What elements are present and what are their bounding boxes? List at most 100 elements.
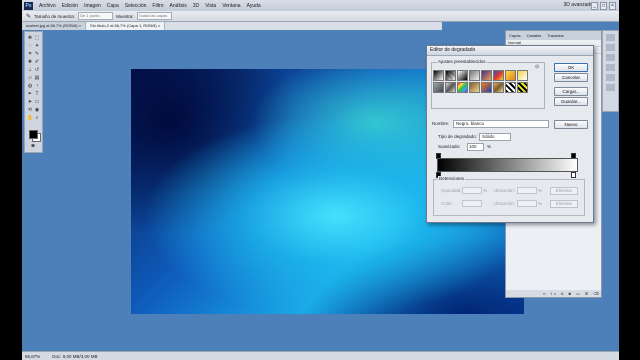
menu-capa[interactable]: Capa [104, 3, 122, 9]
path-select-icon[interactable]: ➤ [27, 99, 33, 105]
shape-tool-icon[interactable]: ▭ [34, 99, 40, 105]
stop-color-label: Color: [441, 201, 454, 206]
tab-capas[interactable]: Capas [506, 31, 524, 40]
tab-trazados[interactable]: Trazados [544, 31, 567, 40]
stop-opacity-percent: % [483, 188, 488, 193]
stop-opacity-location-input[interactable] [517, 187, 537, 194]
blur-tool-icon[interactable]: ◍ [27, 83, 33, 89]
ok-button[interactable]: OK [554, 63, 588, 72]
type-tool-icon[interactable]: T [34, 91, 40, 97]
foreground-color-swatch[interactable] [29, 130, 38, 139]
right-letterbox [619, 0, 640, 360]
menu-filtro[interactable]: Filtro [149, 3, 166, 9]
gradient-tool-icon[interactable]: ▤ [34, 75, 40, 81]
brush-tool-icon[interactable]: ✐ [34, 59, 40, 65]
tab-sin-titulo-2[interactable]: Sin título-2 al 66,7% (Capa 1, RGB/8) × [86, 22, 166, 30]
lasso-tool-icon[interactable]: ◌ [27, 43, 33, 49]
menu-ventana[interactable]: Ventana [219, 3, 243, 9]
tab-canales[interactable]: Canales [524, 31, 545, 40]
stamp-tool-icon[interactable]: ⊥ [27, 67, 33, 73]
toolbox: ✥ ⬚ ◌ ✦ ⌗ ✎ ✚ ✐ ⊥ ↺ ▱ ▤ ◍ ◔ ✒ T ➤ ▭ ⟲ ◉ … [24, 31, 43, 153]
crop-tool-icon[interactable]: ⌗ [27, 51, 33, 57]
preset-swatch[interactable] [505, 82, 516, 93]
hand-tool-icon[interactable]: ✋ [27, 115, 33, 121]
pen-tool-icon[interactable]: ✒ [27, 91, 33, 97]
quick-mask-icon[interactable]: ◙ [30, 143, 36, 149]
tab-scoleet[interactable]: scoleet.jpg al 66,7% (RGB/8) × [22, 22, 87, 30]
collapsed-panels-strip [602, 30, 619, 112]
stop-color-location-label: Ubicación: [494, 201, 516, 206]
dodge-tool-icon[interactable]: ◔ [34, 83, 40, 89]
gradient-bar[interactable] [437, 158, 578, 172]
name-label: Nombre: [432, 121, 450, 126]
preset-swatch[interactable] [517, 70, 528, 81]
preset-swatch[interactable] [493, 70, 504, 81]
maximize-icon[interactable]: □ [600, 2, 607, 10]
gradient-editor-dialog: Editor de degradado Ajustes preestableci… [426, 45, 594, 223]
panel-icon-1[interactable] [606, 34, 615, 41]
delete-color-stop-button[interactable]: Eliminar [550, 200, 578, 208]
menu-ayuda[interactable]: Ayuda [244, 3, 264, 9]
layers-panel-footer[interactable]: ∞ fx ◘ ◙ ▭ ⊞ ⌫ [506, 290, 601, 297]
preset-swatch[interactable] [445, 70, 456, 81]
photoshop-window: Ps Archivo Edición Imagen Capa Selección… [22, 0, 619, 360]
marquee-tool-icon[interactable]: ⬚ [34, 35, 40, 41]
sample-size-select[interactable]: De 1 punto [78, 12, 114, 20]
eyedropper-icon[interactable]: ✎ [34, 51, 40, 57]
gradient-name-input[interactable]: Negro, blanco [453, 120, 549, 128]
workspace-switcher[interactable]: 3D avanzado [564, 2, 593, 8]
new-button[interactable]: Nuevo [554, 120, 588, 129]
eyedropper-tool-icon[interactable]: ✎ [26, 13, 31, 20]
load-button[interactable]: Cargar... [554, 87, 588, 96]
preset-swatch[interactable] [469, 70, 480, 81]
magic-wand-tool-icon[interactable]: ✦ [34, 43, 40, 49]
preset-swatch[interactable] [457, 82, 468, 93]
preset-swatch[interactable] [517, 82, 528, 93]
panel-icon-6[interactable] [606, 84, 615, 91]
eraser-tool-icon[interactable]: ▱ [27, 75, 33, 81]
menu-analisis[interactable]: Análisis [167, 3, 190, 9]
delete-opacity-stop-button[interactable]: Eliminar [550, 187, 578, 195]
preset-swatch[interactable] [433, 82, 444, 93]
preset-swatch[interactable] [505, 70, 516, 81]
save-button[interactable]: Guardar... [554, 97, 588, 106]
minimize-icon[interactable]: _ [591, 2, 598, 10]
stop-opacity-input[interactable] [462, 187, 482, 194]
cancel-button[interactable]: Cancelar [554, 73, 588, 82]
menu-edicion[interactable]: Edición [59, 3, 81, 9]
stop-opacity-location-label: Ubicación: [494, 188, 516, 193]
stop-color-location-input[interactable] [517, 200, 537, 207]
color-stop-right[interactable] [571, 172, 576, 178]
preset-swatch[interactable] [481, 82, 492, 93]
preset-swatch[interactable] [493, 82, 504, 93]
preset-swatch[interactable] [445, 82, 456, 93]
stops-box [433, 179, 585, 216]
menu-3d[interactable]: 3D [190, 3, 202, 9]
3d-camera-icon[interactable]: ◉ [34, 107, 40, 113]
menu-archivo[interactable]: Archivo [36, 3, 59, 9]
window-controls: _ □ × [591, 2, 616, 10]
3d-rotate-icon[interactable]: ⟲ [27, 107, 33, 113]
smoothness-input[interactable]: 100 [467, 143, 484, 151]
panel-icon-3[interactable] [606, 54, 615, 61]
close-icon[interactable]: × [609, 2, 616, 10]
panel-icon-4[interactable] [606, 64, 615, 71]
preset-swatch[interactable] [457, 70, 468, 81]
healing-tool-icon[interactable]: ✚ [27, 59, 33, 65]
history-brush-icon[interactable]: ↺ [34, 67, 40, 73]
menu-vista[interactable]: Vista [202, 3, 219, 9]
sample-select[interactable]: Todas las capas [136, 12, 172, 20]
zoom-level[interactable]: 66,67% [25, 354, 40, 359]
preset-swatch[interactable] [433, 70, 444, 81]
preset-swatch[interactable] [469, 82, 480, 93]
gradient-type-select[interactable]: Sólido [479, 133, 511, 141]
panel-icon-2[interactable] [606, 44, 615, 51]
stop-color-swatch[interactable] [462, 200, 482, 207]
move-tool-icon[interactable]: ✥ [27, 35, 33, 41]
menu-seleccion[interactable]: Selección [122, 3, 150, 9]
zoom-tool-icon[interactable]: ⌕ [34, 115, 40, 121]
presets-menu-icon[interactable]: ⊙ [535, 64, 539, 70]
panel-icon-5[interactable] [606, 74, 615, 81]
preset-swatch[interactable] [481, 70, 492, 81]
menu-imagen[interactable]: Imagen [81, 3, 104, 9]
